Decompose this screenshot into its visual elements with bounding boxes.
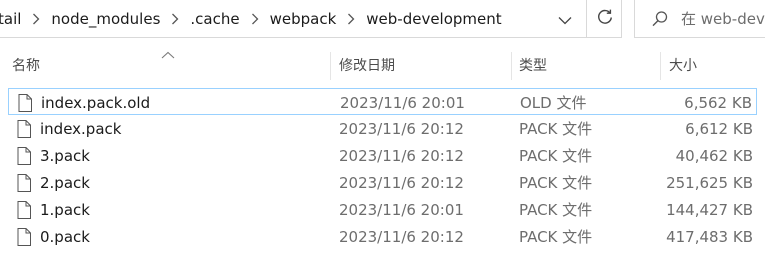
column-header-size-label: 大小	[669, 58, 697, 74]
chevron-down-icon	[558, 10, 572, 29]
file-type: OLD 文件	[520, 94, 587, 112]
file-icon	[15, 196, 33, 223]
file-row[interactable]: 2.pack 2023/11/6 20:12 PACK 文件 251,625 K…	[8, 169, 757, 196]
file-icon	[15, 115, 33, 142]
address-history-button[interactable]	[548, 0, 582, 38]
refresh-icon	[596, 8, 614, 30]
file-size: 40,462 KB	[675, 146, 753, 165]
file-row[interactable]: 3.pack 2023/11/6 20:12 PACK 文件 40,462 KB	[8, 142, 757, 169]
breadcrumb-item-cache[interactable]: .cache	[190, 10, 247, 28]
file-row[interactable]: 0.pack 2023/11/6 20:12 PACK 文件 417,483 K…	[8, 223, 757, 250]
column-header-row: 名称 修改日期 类型 大小	[0, 50, 765, 80]
file-icon	[15, 169, 33, 196]
column-header-name-label: 名称	[12, 58, 40, 74]
breadcrumb-item-web-development[interactable]: web-development	[366, 10, 509, 28]
breadcrumb-item-tail[interactable]: tail	[0, 10, 29, 28]
file-size: 251,625 KB	[666, 173, 753, 192]
chevron-right-icon[interactable]	[344, 13, 358, 25]
file-date: 2023/11/6 20:01	[339, 200, 464, 219]
file-type: PACK 文件	[519, 120, 593, 138]
file-icon	[16, 89, 34, 116]
column-header-date[interactable]: 修改日期	[339, 50, 509, 80]
breadcrumb-item-node-modules[interactable]: node_modules	[51, 10, 168, 28]
chevron-right-icon[interactable]	[248, 13, 262, 25]
file-date: 2023/11/6 20:12	[339, 119, 464, 138]
column-header-type-label: 类型	[519, 58, 547, 74]
chevron-right-icon[interactable]	[168, 13, 182, 25]
file-date: 2023/11/6 20:12	[339, 227, 464, 246]
file-name: 0.pack	[40, 227, 90, 246]
file-icon	[15, 142, 33, 169]
column-divider[interactable]	[511, 52, 512, 80]
file-name: 2.pack	[40, 173, 90, 192]
file-name: index.pack.old	[41, 93, 151, 112]
file-icon	[15, 223, 33, 250]
file-size: 6,562 KB	[684, 93, 752, 112]
column-divider[interactable]	[660, 52, 661, 80]
column-header-name[interactable]: 名称	[12, 50, 328, 80]
file-date: 2023/11/6 20:01	[340, 93, 465, 112]
file-date: 2023/11/6 20:12	[339, 146, 464, 165]
chevron-right-icon[interactable]	[29, 13, 43, 25]
file-type: PACK 文件	[519, 147, 593, 165]
file-name: index.pack	[40, 119, 122, 138]
breadcrumb: tail node_modules .cache webpack web-dev…	[0, 0, 510, 38]
column-header-type[interactable]: 类型	[519, 50, 659, 80]
search-input[interactable]	[681, 9, 765, 28]
file-name: 3.pack	[40, 146, 90, 165]
file-row[interactable]: index.pack 2023/11/6 20:12 PACK 文件 6,612…	[8, 115, 757, 142]
file-row[interactable]: 1.pack 2023/11/6 20:01 PACK 文件 144,427 K…	[8, 196, 757, 223]
search-icon	[651, 10, 669, 28]
file-date: 2023/11/6 20:12	[339, 173, 464, 192]
breadcrumb-item-webpack[interactable]: webpack	[270, 10, 345, 28]
search-box[interactable]	[634, 0, 765, 38]
file-type: PACK 文件	[519, 228, 593, 246]
address-bar[interactable]: tail node_modules .cache webpack web-dev…	[0, 0, 622, 38]
file-size: 6,612 KB	[685, 119, 753, 138]
file-type: PACK 文件	[519, 201, 593, 219]
file-type: PACK 文件	[519, 174, 593, 192]
file-size: 417,483 KB	[666, 227, 753, 246]
column-divider[interactable]	[330, 52, 331, 80]
column-header-size[interactable]: 大小	[669, 50, 759, 80]
file-name: 1.pack	[40, 200, 90, 219]
file-row[interactable]: index.pack.old 2023/11/6 20:01 OLD 文件 6,…	[8, 88, 757, 115]
refresh-button[interactable]	[586, 0, 622, 38]
column-header-date-label: 修改日期	[339, 58, 395, 74]
file-size: 144,427 KB	[666, 200, 753, 219]
